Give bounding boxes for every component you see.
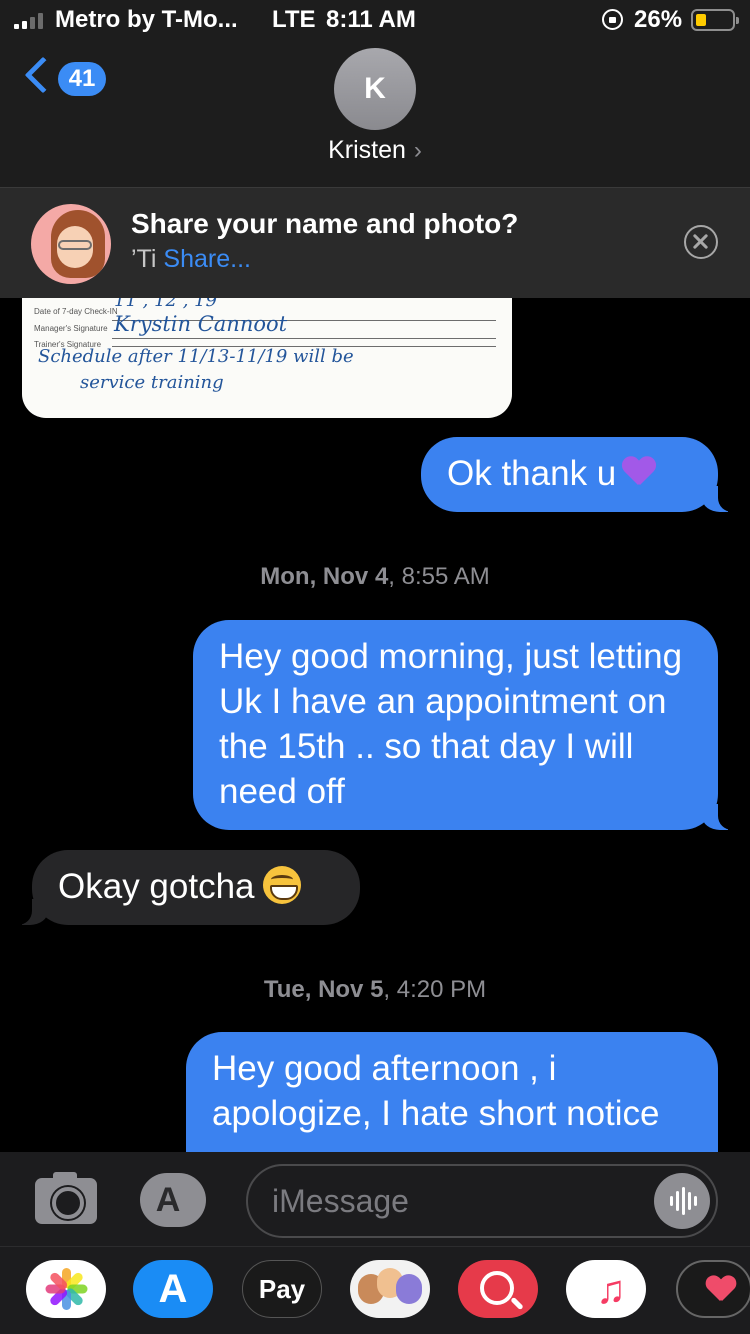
- share-banner-title: Share your name and photo?: [131, 208, 519, 239]
- memoji-avatar: [31, 204, 111, 284]
- back-button[interactable]: 41: [24, 56, 114, 106]
- share-name-banner[interactable]: Share your name and photo? ’Ti Share...: [0, 187, 750, 298]
- message-text: Ok thank u: [447, 454, 617, 493]
- orientation-lock-icon: [602, 9, 623, 30]
- globe-search-icon[interactable]: [458, 1260, 538, 1318]
- message-text: Okay gotcha: [58, 867, 255, 906]
- timestamp-time: 8:55 AM: [401, 563, 490, 590]
- status-time: 8:11 AM: [326, 6, 416, 33]
- timestamp-day: Mon, Nov 4: [260, 563, 389, 590]
- imessage-input[interactable]: [272, 1178, 652, 1224]
- message-timestamp: Tue, Nov 5, 4:20 PM: [263, 976, 487, 1003]
- message-field[interactable]: [246, 1164, 718, 1238]
- unread-count-badge: 41: [58, 62, 106, 96]
- network-type: LTE: [272, 6, 316, 33]
- message-text: Hey good afternoon , i apologize, I hate…: [212, 1049, 660, 1133]
- share-link[interactable]: Share...: [163, 245, 251, 273]
- contact-name: Kristen: [328, 136, 406, 164]
- handwritten-date: 11 , 12 , 19: [114, 298, 218, 311]
- share-banner-prefix: ’Ti: [131, 245, 157, 273]
- message-input-bar: A: [0, 1152, 750, 1246]
- battery-percent: 26%: [634, 6, 683, 33]
- app-drawer: A Pay ♫: [0, 1246, 750, 1334]
- signal-icon: [14, 12, 43, 29]
- share-banner-subtitle: ’Ti Share...: [131, 245, 251, 274]
- close-icon[interactable]: [684, 225, 718, 259]
- date-field-label: Date of 7-day Check-IN: [34, 307, 118, 316]
- app-store-icon[interactable]: A: [133, 1260, 213, 1318]
- message-timestamp: Mon, Nov 4, 8:55 AM: [260, 563, 490, 590]
- manager-signature-label: Manager's Signature: [34, 324, 108, 333]
- camera-icon[interactable]: [35, 1172, 97, 1224]
- heart-icon[interactable]: [676, 1260, 750, 1318]
- contact-avatar[interactable]: K: [334, 48, 416, 130]
- memoji-icon[interactable]: [350, 1260, 430, 1318]
- chevron-right-icon: ›: [413, 137, 422, 164]
- photo-attachment[interactable]: Date of 7-day Check-IN 11 , 12 , 19 Mana…: [22, 298, 512, 418]
- contact-name-button[interactable]: Kristen ›: [0, 136, 750, 165]
- purple-heart-icon: [622, 457, 656, 487]
- battery-icon: [691, 9, 739, 31]
- chevron-left-icon: [24, 56, 62, 94]
- message-bubble-received[interactable]: Okay gotcha: [12, 850, 360, 925]
- timestamp-time: 4:20 PM: [396, 976, 487, 1003]
- audio-record-icon[interactable]: [654, 1173, 710, 1229]
- apple-pay-label: Pay: [258, 1274, 306, 1304]
- message-text: Hey good morning, just letting Uk I have…: [219, 637, 683, 811]
- status-bar: Metro by T-Mo... LTE 8:11 AM 26%: [0, 0, 750, 40]
- manager-signature: Krystin Cannoot: [114, 312, 288, 336]
- photos-icon[interactable]: [26, 1260, 106, 1318]
- timestamp-day: Tue, Nov 5: [263, 976, 384, 1003]
- apple-pay-icon[interactable]: Pay: [242, 1260, 322, 1318]
- handwritten-note-line-2: service training: [80, 372, 224, 393]
- grinning-face-icon: [262, 866, 301, 904]
- message-bubble-sent[interactable]: Ok thank u: [421, 437, 738, 512]
- app-store-icon[interactable]: A: [140, 1173, 206, 1227]
- carrier-name: Metro by T-Mo...: [55, 6, 238, 33]
- handwritten-note-line-1: Schedule after 11/13-11/19 will be: [38, 346, 354, 367]
- music-note-icon[interactable]: ♫: [566, 1260, 646, 1318]
- message-bubble-sent[interactable]: Hey good morning, just letting Uk I have…: [193, 620, 738, 830]
